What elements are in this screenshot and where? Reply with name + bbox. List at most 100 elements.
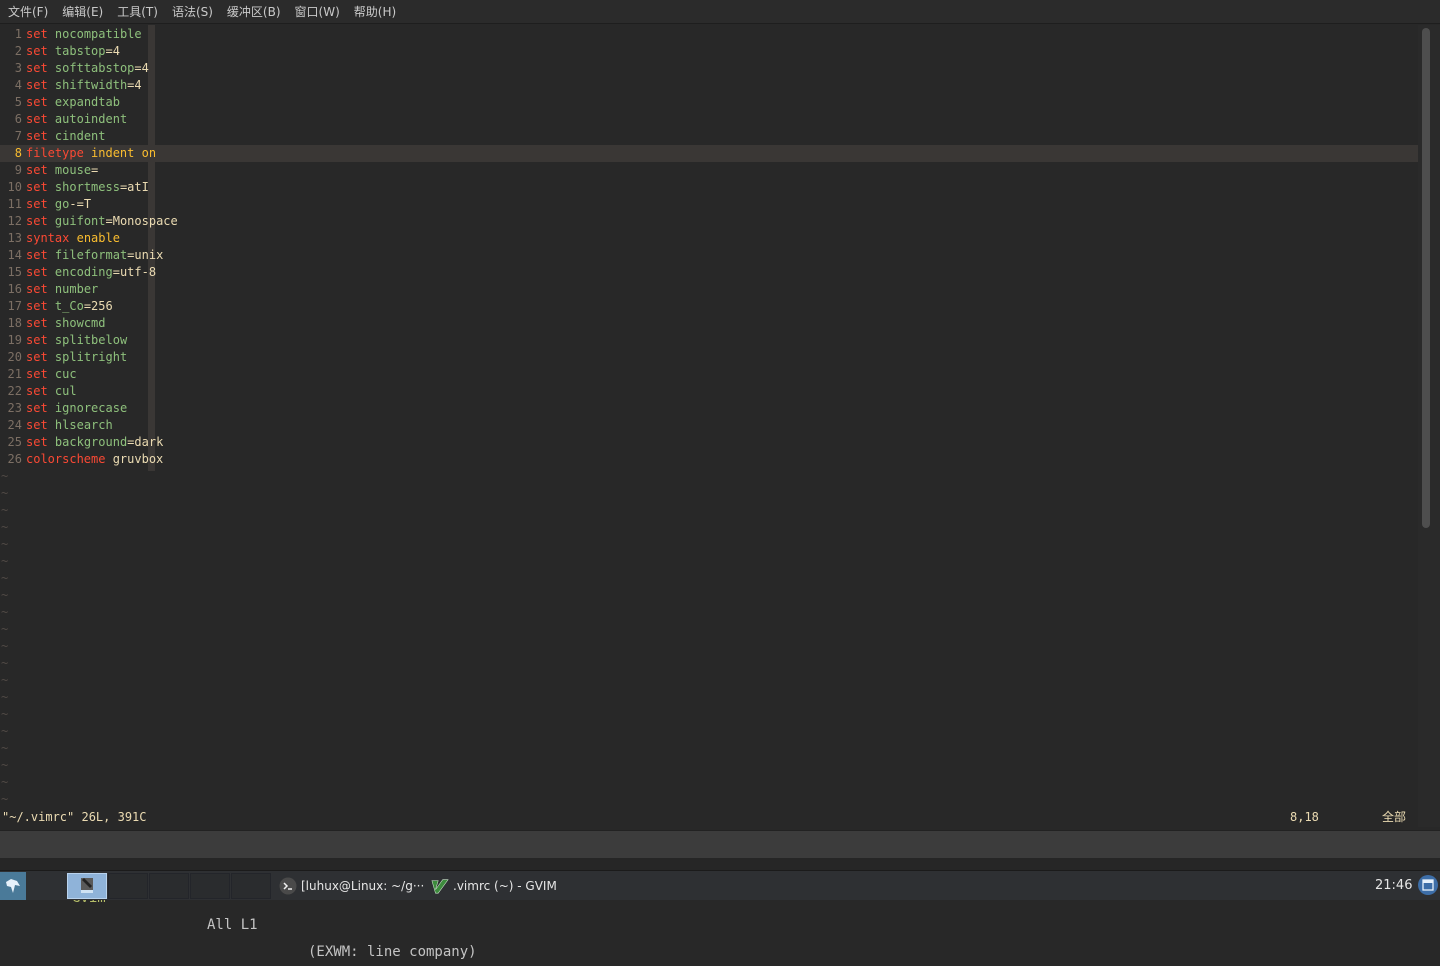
code-keyword: set	[26, 61, 48, 75]
empty-line-marker: ~	[1, 520, 9, 534]
code-line[interactable]: 2 set tabstop=4	[0, 43, 1418, 60]
line-number: 25	[7, 435, 22, 449]
code-line[interactable]: 22 set cul	[0, 383, 1418, 400]
empty-line-marker: ~	[1, 792, 9, 806]
taskbar-item-terminal[interactable]: [luhux@Linux: ~/g···	[279, 874, 424, 898]
code-keyword: set	[26, 367, 48, 381]
editor-area[interactable]: 1 set nocompatible 2 set tabstop=4 3 set soft…	[0, 25, 1418, 827]
menu-help[interactable]: 帮助(H)	[347, 0, 403, 24]
code-option: shiftwidth	[54, 78, 128, 92]
empty-line-marker: ~	[1, 673, 9, 687]
code-value: -=T	[69, 197, 92, 211]
code-line[interactable]: 9 set mouse=	[0, 162, 1418, 179]
code-keyword: set	[26, 44, 48, 58]
code-value: =unix	[127, 248, 164, 262]
code-line[interactable]: 23 set ignorecase	[0, 400, 1418, 417]
minibuffer[interactable]	[0, 858, 1440, 870]
code-keyword: filetype	[26, 146, 84, 160]
code-line[interactable]: 25 set background=dark	[0, 434, 1418, 451]
terminal-icon	[279, 877, 297, 895]
code-keyword: set	[26, 95, 48, 109]
empty-line-marker: ~	[1, 554, 9, 568]
code-line[interactable]: 26 colorscheme gruvbox	[0, 451, 1418, 468]
code-keyword: set	[26, 299, 48, 313]
taskbar-item-gvim[interactable]: .vimrc (~) - GVIM	[431, 874, 557, 898]
line-number: 17	[7, 299, 22, 313]
line-number: 14	[7, 248, 22, 262]
code-option: tabstop	[54, 44, 106, 58]
code-line[interactable]: 14 set fileformat=unix	[0, 247, 1418, 264]
file-info: "~/.vimrc" 26L, 391C	[2, 810, 147, 824]
code-line[interactable]: 3 set softtabstop=4	[0, 60, 1418, 77]
workspace-3[interactable]	[149, 873, 189, 899]
workspace-2[interactable]	[108, 873, 148, 899]
code-line[interactable]: 12 set guifont=Monospace	[0, 213, 1418, 230]
code-keyword: set	[26, 384, 48, 398]
code-line[interactable]: 4 set shiftwidth=4	[0, 77, 1418, 94]
code-option: go	[54, 197, 70, 211]
code-option: splitbelow	[54, 333, 128, 347]
code-line[interactable]: 5 set expandtab	[0, 94, 1418, 111]
code-keyword: set	[26, 435, 48, 449]
scroll-percent: 全部	[1382, 810, 1407, 824]
empty-line-marker: ~	[1, 605, 9, 619]
code-line[interactable]: 19 set splitbelow	[0, 332, 1418, 349]
menu-bar: 文件(F) 编辑(E) 工具(T) 语法(S) 缓冲区(B) 窗口(W) 帮助(…	[0, 0, 1440, 24]
empty-line-marker: ~	[1, 571, 9, 585]
line-number: 26	[7, 452, 22, 466]
workspace-5[interactable]	[231, 873, 271, 899]
code-line[interactable]: 24 set hlsearch	[0, 417, 1418, 434]
line-number: 4	[14, 78, 22, 92]
empty-line-marker: ~	[1, 707, 9, 721]
code-keyword: set	[26, 418, 48, 432]
code-line[interactable]: 21 set cuc	[0, 366, 1418, 383]
menu-window[interactable]: 窗口(W)	[288, 0, 347, 24]
code-line[interactable]: 1 set nocompatible	[0, 26, 1418, 43]
scrollbar-thumb[interactable]	[1422, 28, 1430, 528]
code-keyword: set	[26, 197, 48, 211]
code-line[interactable]: 11 set go-=T	[0, 196, 1418, 213]
code-option: cul	[54, 384, 77, 398]
code-line[interactable]: 8 filetype indent on	[0, 145, 1418, 162]
start-menu-button[interactable]	[0, 872, 26, 900]
code-line[interactable]: 6 set autoindent	[0, 111, 1418, 128]
code-keyword: set	[26, 333, 48, 347]
code-line[interactable]: 16 set number	[0, 281, 1418, 298]
empty-line-marker: ~	[1, 690, 9, 704]
menu-syntax[interactable]: 语法(S)	[165, 0, 220, 24]
menu-tools[interactable]: 工具(T)	[110, 0, 165, 24]
code-line[interactable]: 13 syntax enable	[0, 230, 1418, 247]
show-desktop-button[interactable]	[1418, 875, 1438, 895]
empty-line-marker: ~	[1, 622, 9, 636]
code-option: fileformat	[54, 248, 128, 262]
code-keyword: set	[26, 129, 48, 143]
workspace-4[interactable]	[190, 873, 230, 899]
code-line[interactable]: 20 set splitright	[0, 349, 1418, 366]
cursor-position: 8,18	[1290, 810, 1319, 824]
code-line[interactable]: 15 set encoding=utf-8	[0, 264, 1418, 281]
empty-line-marker: ~	[1, 656, 9, 670]
code-keyword: set	[26, 316, 48, 330]
empty-line-marker: ~	[1, 758, 9, 772]
line-number: 22	[7, 384, 22, 398]
taskbar-item-gvim-label: .vimrc (~) - GVIM	[453, 879, 557, 893]
code-line[interactable]: 18 set showcmd	[0, 315, 1418, 332]
code-keyword: set	[26, 27, 48, 41]
code-line[interactable]: 17 set t_Co=256	[0, 298, 1418, 315]
menu-buffers[interactable]: 缓冲区(B)	[220, 0, 288, 24]
code-line[interactable]: 7 set cindent	[0, 128, 1418, 145]
code-option: cuc	[54, 367, 77, 381]
menu-file[interactable]: 文件(F)	[1, 0, 55, 24]
code-option: cindent	[54, 129, 106, 143]
code-value: on	[134, 146, 157, 160]
code-line[interactable]: 10 set shortmess=atI	[0, 179, 1418, 196]
code-value: =atI	[119, 180, 149, 194]
code-option: autoindent	[54, 112, 128, 126]
menu-edit[interactable]: 编辑(E)	[55, 0, 110, 24]
line-number: 15	[7, 265, 22, 279]
code-option: encoding	[54, 265, 113, 279]
workspace-1[interactable]	[67, 873, 107, 899]
line-number: 2	[14, 44, 22, 58]
code-keyword: syntax	[26, 231, 70, 245]
line-number: 16	[7, 282, 22, 296]
